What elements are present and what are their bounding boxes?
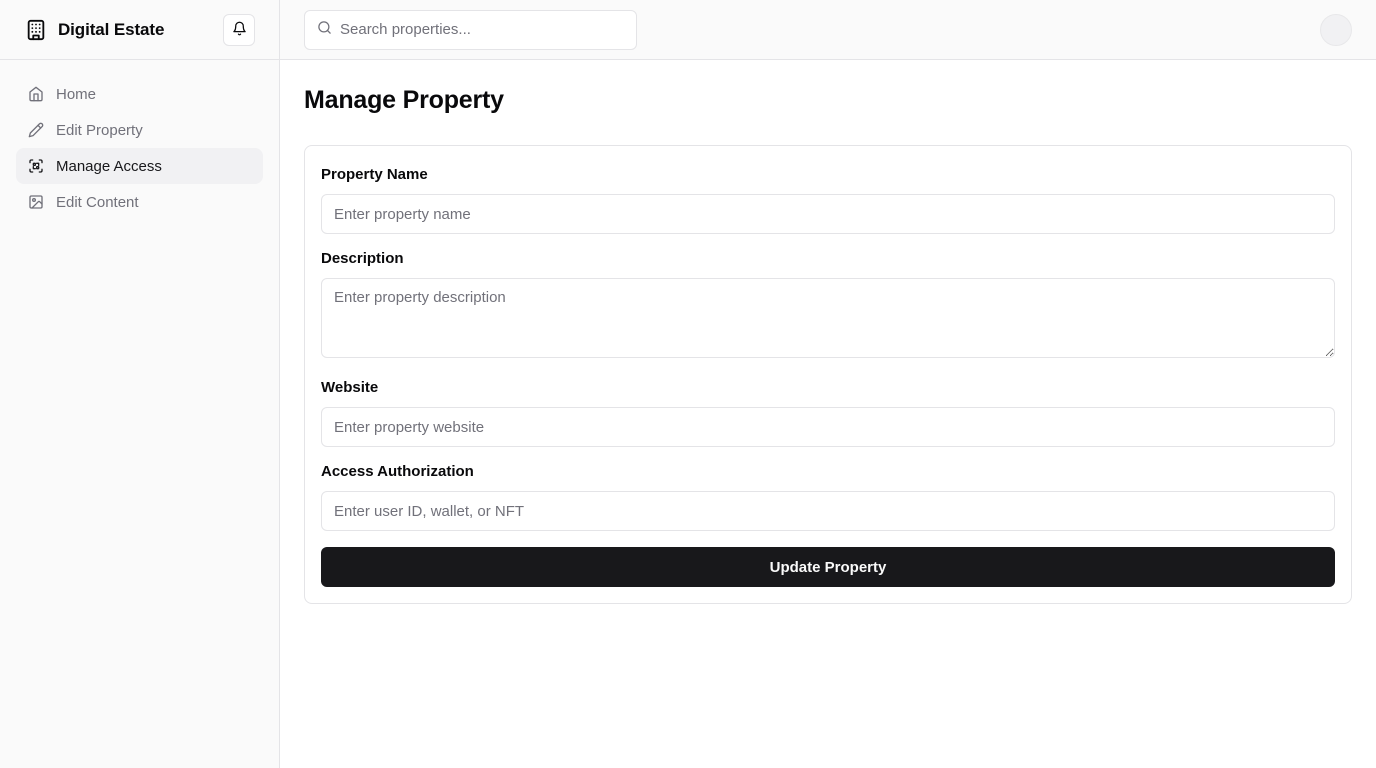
property-name-field: Property Name [321, 166, 1335, 234]
sidebar-item-label: Edit Property [56, 121, 143, 139]
sidebar: Digital Estate Home Edit Property Manage… [0, 0, 280, 768]
access-authorization-input[interactable] [321, 491, 1335, 531]
page-title: Manage Property [304, 86, 504, 114]
sidebar-item-label: Home [56, 85, 97, 103]
notifications-button[interactable] [223, 13, 255, 46]
update-property-button[interactable]: Update Property [321, 547, 1335, 587]
search-input[interactable] [340, 21, 624, 38]
property-name-input[interactable] [321, 194, 1335, 234]
brand[interactable]: Digital Estate [24, 18, 164, 42]
topbar [280, 0, 1376, 60]
sidebar-item-edit-property[interactable]: Edit Property [16, 112, 263, 148]
sidebar-item-home[interactable]: Home [16, 76, 263, 112]
search-icon [317, 20, 332, 40]
description-textarea[interactable] [321, 278, 1335, 358]
bell-icon [232, 21, 247, 39]
scan-face-icon [28, 158, 44, 174]
website-input[interactable] [321, 407, 1335, 447]
image-icon [28, 194, 44, 210]
description-label: Description [321, 250, 404, 267]
sidebar-item-edit-content[interactable]: Edit Content [16, 184, 263, 220]
access-authorization-field: Access Authorization [321, 463, 1335, 531]
property-name-label: Property Name [321, 166, 428, 183]
sidebar-item-manage-access[interactable]: Manage Access [16, 148, 263, 184]
sidebar-nav: Home Edit Property Manage Access Edit Co… [0, 60, 279, 236]
page-content: Manage Property Property Name Descriptio… [280, 60, 1376, 628]
avatar[interactable] [1320, 13, 1352, 46]
sidebar-header: Digital Estate [0, 0, 279, 60]
home-icon [28, 86, 44, 102]
description-field: Description [321, 250, 1335, 363]
building-icon [24, 18, 48, 42]
search-box[interactable] [304, 9, 637, 50]
access-authorization-label: Access Authorization [321, 463, 474, 480]
main-area: Manage Property Property Name Descriptio… [280, 0, 1376, 768]
property-form: Property Name Description Website Access… [304, 145, 1352, 604]
brand-name: Digital Estate [58, 19, 165, 39]
pencil-icon [28, 122, 44, 138]
website-field: Website [321, 379, 1335, 447]
sidebar-item-label: Manage Access [56, 157, 162, 175]
app-root: Digital Estate Home Edit Property Manage… [0, 0, 1376, 768]
sidebar-item-label: Edit Content [56, 193, 139, 211]
website-label: Website [321, 379, 379, 396]
